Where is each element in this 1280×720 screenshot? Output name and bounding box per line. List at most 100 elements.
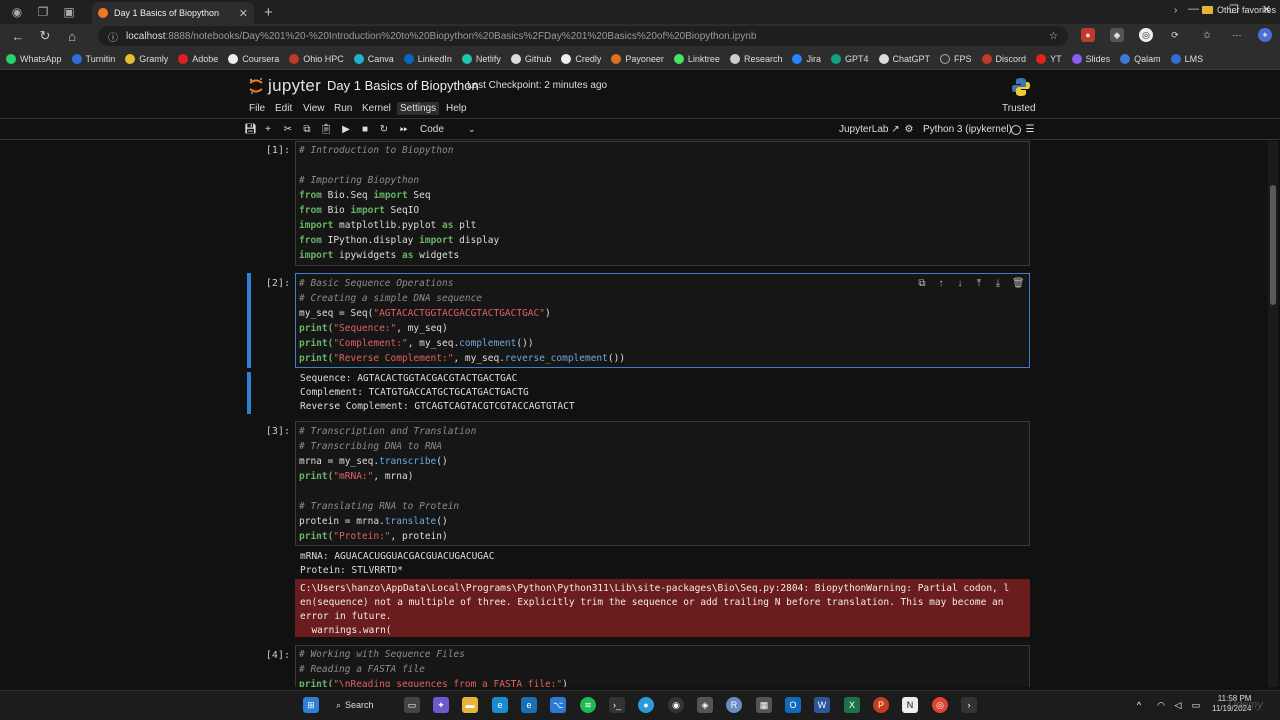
profile-icon[interactable]: ◉ [8,3,26,21]
run-icon[interactable]: ▶ [340,124,352,135]
bookmark-ohio-hpc[interactable]: Ohio HPC [289,53,344,64]
jupyterlab-link[interactable]: JupyterLab ↗ [839,124,900,135]
terminal-preview-icon[interactable]: › [961,697,977,713]
bookmark-yt[interactable]: YT [1036,53,1062,64]
close-tab-icon[interactable]: ✕ [239,7,248,20]
spotify-icon[interactable]: ≋ [580,697,596,713]
other-favorites-folder[interactable]: Other favorites [1202,5,1276,15]
tray-chevron-icon[interactable]: ^ [1133,697,1145,713]
url-field[interactable]: ⓘ localhost:8888/notebooks/Day%201%20-%2… [98,26,1068,46]
bookmark-chatgpt[interactable]: ChatGPT [878,53,930,64]
insert-above-icon[interactable]: ⤒ [973,278,985,289]
battery-icon[interactable]: ▭ [1190,697,1202,713]
bookmark-lms[interactable]: LMS [1170,53,1203,64]
menu-kernel[interactable]: Kernel [362,103,391,114]
cell-2-output-collapser[interactable] [247,372,251,414]
menu-view[interactable]: View [303,103,325,114]
git-icon[interactable]: ◈ [697,697,713,713]
bookmark-netlify[interactable]: Netlify [461,53,501,64]
paste-icon[interactable]: 📋︎ [320,124,333,135]
copy-icon[interactable]: ⧉ [301,124,313,135]
notion-icon[interactable]: N [902,697,918,713]
home-icon[interactable]: ⌂ [63,29,81,44]
bookmark-slides[interactable]: Slides [1071,53,1110,64]
reload-icon[interactable]: ↻ [36,28,54,44]
terminal-icon[interactable]: ›_ [609,697,625,713]
move-up-icon[interactable]: ↑ [935,278,947,289]
outlook-icon[interactable]: O [785,697,801,713]
menu-run[interactable]: Run [334,103,352,114]
bookmarks-overflow-icon[interactable]: › [1174,5,1177,16]
extension-shield-icon[interactable]: ◆ [1110,28,1124,42]
chevron-down-icon[interactable]: ⌄ [468,124,476,135]
cell-3-editor[interactable] [295,421,1030,546]
notebook-title[interactable]: Day 1 Basics of Biopython [327,78,479,93]
vscode-icon[interactable]: ⌥ [550,697,566,713]
volume-icon[interactable]: ◁ [1172,697,1184,713]
copilot-taskbar-icon[interactable]: ✦ [433,697,449,713]
favorites-icon[interactable]: ✩ [1200,28,1214,42]
edge-icon[interactable]: e [492,697,508,713]
bookmark-whatsapp[interactable]: WhatsApp [6,53,62,64]
save-icon[interactable]: 💾︎ [244,124,257,135]
cell-1-editor[interactable] [295,141,1030,266]
excel-icon[interactable]: X [844,697,860,713]
delete-cell-icon[interactable]: 🗑︎ [1012,278,1025,289]
chrome-icon[interactable]: ◎ [932,697,948,713]
cut-icon[interactable]: ✂ [282,124,294,135]
tab-active[interactable]: Day 1 Basics of Biopython ✕ [92,2,254,24]
cell-type-select[interactable]: Code [420,124,444,135]
copilot-icon[interactable]: ✦ [1258,28,1272,42]
kernel-settings-icon[interactable]: ⚙ [903,124,915,135]
bookmark-linktree[interactable]: Linktree [673,53,720,64]
wifi-icon[interactable]: ◠ [1155,697,1167,713]
bookmark-gpt4[interactable]: GPT4 [831,53,869,64]
bookmark-coursera[interactable]: Coursera [228,53,279,64]
task-view-icon[interactable]: ▭ [404,697,420,713]
bookmark-gramly[interactable]: Gramly [125,53,168,64]
trusted-indicator[interactable]: Trusted [1002,103,1036,114]
insert-below-icon[interactable]: ⤓ [992,278,1004,289]
extension-red-icon[interactable]: ● [1081,28,1095,42]
duplicate-cell-icon[interactable]: ⧉ [916,278,928,289]
move-down-icon[interactable]: ↓ [954,278,966,289]
kernel-name[interactable]: Python 3 (ipykernel) [923,124,1012,135]
bookmark-jira[interactable]: Jira [792,53,821,64]
favorite-star-icon[interactable]: ☆ [1049,31,1058,42]
refresh-extension-icon[interactable]: ⟳ [1168,28,1182,42]
edge-dev-icon[interactable]: e [521,697,537,713]
restart-run-all-icon[interactable]: ⏩︎ [398,124,410,135]
github-desktop-icon[interactable]: ◉ [668,697,684,713]
menu-settings[interactable]: Settings [397,102,440,115]
bookmark-adobe[interactable]: Adobe [178,53,218,64]
bookmark-payoneer[interactable]: Payoneer [611,53,664,64]
minimize-icon[interactable]: — [1188,3,1199,15]
start-icon[interactable]: ⊞ [303,697,319,713]
taskbar-search[interactable]: ⌕ Search [336,696,390,714]
scrollbar-thumb[interactable] [1270,185,1276,305]
file-explorer-icon[interactable]: ▬ [462,697,478,713]
bookmark-linkedin[interactable]: LinkedIn [403,53,452,64]
menu-file[interactable]: File [249,103,265,114]
menu-edit[interactable]: Edit [275,103,292,114]
bookmark-qalam[interactable]: Qalam [1120,53,1161,64]
bookmark-canva[interactable]: Canva [353,53,394,64]
workspaces-icon[interactable]: ❐ [34,3,52,21]
stop-icon[interactable]: ■ [359,124,371,135]
menu-help[interactable]: Help [446,103,467,114]
insert-cell-icon[interactable]: + [262,124,274,135]
photos-icon[interactable]: ▦ [756,697,772,713]
r-icon[interactable]: R [726,697,742,713]
more-options-icon[interactable]: ⋯ [1230,28,1244,42]
bookmark-discord[interactable]: Discord [981,53,1026,64]
tab-actions-icon[interactable]: ▣ [60,3,78,21]
extension-ai-icon[interactable]: ◎ [1139,28,1153,42]
bookmark-credly[interactable]: Credly [561,53,601,64]
jupyter-logo[interactable]: jupyter [248,76,321,96]
menu-hamburger-icon[interactable]: ☰ [1024,124,1036,135]
bookmark-turnitin[interactable]: Turnitin [71,53,115,64]
bookmark-fps[interactable]: FPS [940,53,972,64]
bookmark-github[interactable]: Github [510,53,551,64]
restart-icon[interactable]: ↻ [378,124,390,135]
powerpoint-icon[interactable]: P [873,697,889,713]
